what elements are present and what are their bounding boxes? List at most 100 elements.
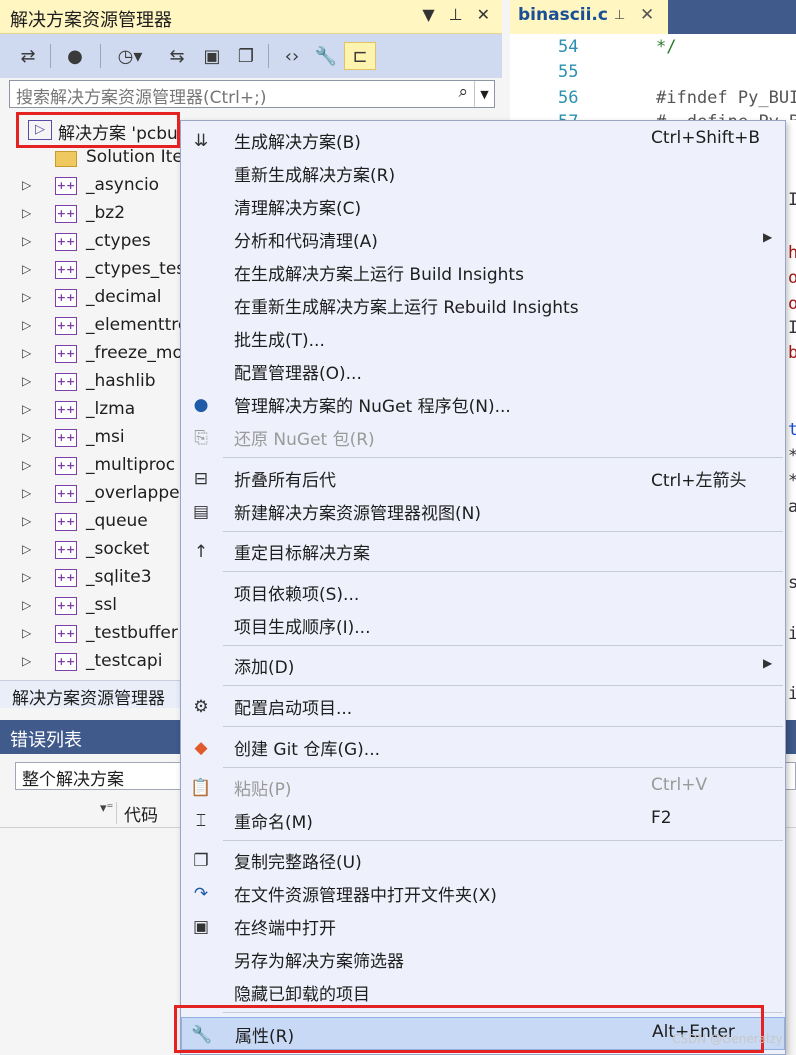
- menu-item-rebuild-insights[interactable]: 在重新生成解决方案上运行 Rebuild Insights: [181, 289, 785, 322]
- code-fragment: b: [788, 343, 796, 363]
- terminal-icon: ▣: [192, 917, 210, 937]
- pin-icon[interactable]: ⊥: [614, 8, 625, 23]
- project-icon: ++: [55, 373, 77, 391]
- arrow-up-icon: ↑: [193, 542, 209, 562]
- expand-arrow-icon[interactable]: ▷: [22, 430, 31, 444]
- filter-icon[interactable]: ▾⁼: [100, 801, 113, 816]
- expand-arrow-icon[interactable]: ▷: [22, 542, 31, 556]
- scope-value: 整个解决方案: [22, 770, 124, 790]
- menu-item-dependencies[interactable]: 项目依赖项(S)...: [181, 576, 785, 609]
- vs-switch-icon[interactable]: ⇄: [14, 42, 42, 70]
- submenu-arrow-icon: ▶: [763, 230, 773, 244]
- collapse-all-icon: ⊟: [193, 469, 209, 489]
- expand-arrow-icon[interactable]: ▷: [22, 234, 31, 248]
- project-icon: ++: [55, 317, 77, 335]
- expand-arrow-icon[interactable]: ▷: [22, 570, 31, 584]
- copy-icon[interactable]: ❐: [232, 42, 260, 70]
- code-fragment: h: [788, 243, 796, 263]
- menu-item-batch-build[interactable]: 批生成(T)...: [181, 322, 785, 355]
- menu-item-rename[interactable]: ⌶ 重命名(M) F2: [181, 804, 785, 837]
- project-icon: ++: [55, 429, 77, 447]
- menu-item-open-folder[interactable]: ↷ 在文件资源管理器中打开文件夹(X): [181, 877, 785, 910]
- menu-item-paste[interactable]: 📋 粘贴(P) Ctrl+V: [181, 771, 785, 804]
- menu-item-build[interactable]: ⇊ 生成解决方案(B) Ctrl+Shift+B: [181, 124, 785, 157]
- code-text: # define Py_B: [656, 112, 796, 120]
- tree-item-label: _testcapi: [86, 651, 163, 671]
- menu-item-label: 分析和代码清理(A): [234, 232, 378, 252]
- menu-item-retarget[interactable]: ↑ 重定目标解决方案: [181, 535, 785, 568]
- expand-arrow-icon[interactable]: ▷: [22, 178, 31, 192]
- expand-arrow-icon[interactable]: ▷: [22, 626, 31, 640]
- menu-item-create-git[interactable]: ◆ 创建 Git 仓库(G)...: [181, 731, 785, 764]
- expand-arrow-icon[interactable]: ▷: [22, 598, 31, 612]
- menu-item-label: 管理解决方案的 NuGet 程序包(N)...: [234, 397, 511, 417]
- project-icon: ++: [55, 653, 77, 671]
- collapse-icon[interactable]: ▣: [198, 42, 226, 70]
- dropdown-icon[interactable]: ▼: [422, 5, 434, 24]
- expand-arrow-icon[interactable]: ▷: [22, 262, 31, 276]
- tree-item-label: _lzma: [86, 399, 136, 419]
- project-icon: ++: [55, 289, 77, 307]
- menu-item-build-insights[interactable]: 在生成解决方案上运行 Build Insights: [181, 256, 785, 289]
- tree-item-label: _ssl: [86, 595, 117, 615]
- expand-arrow-icon[interactable]: ▷: [22, 458, 31, 472]
- history-icon[interactable]: ◷▾: [108, 42, 152, 70]
- pin-icon[interactable]: ⊥: [449, 5, 463, 24]
- expand-arrow-icon[interactable]: ▷: [22, 402, 31, 416]
- menu-item-build-order[interactable]: 项目生成顺序(I)...: [181, 609, 785, 642]
- expand-arrow-icon[interactable]: ▷: [22, 654, 31, 668]
- menu-item-copy-path[interactable]: ❐ 复制完整路径(U): [181, 844, 785, 877]
- menu-item-label: 在终端中打开: [234, 919, 336, 939]
- expand-arrow-icon[interactable]: ▷: [22, 318, 31, 332]
- menu-item-restore-nuget[interactable]: ⎘ 还原 NuGet 包(R): [181, 421, 785, 454]
- refresh-icon[interactable]: ●: [60, 42, 90, 70]
- line-number: 57: [558, 112, 578, 120]
- tab-binascii[interactable]: binascii.c ⊥ ✕: [510, 0, 668, 34]
- menu-item-label: 重定目标解决方案: [234, 544, 370, 564]
- tree-item-label: _decimal: [86, 287, 162, 307]
- wrench-icon[interactable]: 🔧: [312, 42, 340, 70]
- menu-item-collapse-all[interactable]: ⊟ 折叠所有后代 Ctrl+左箭头: [181, 462, 785, 495]
- menu-item-analyze[interactable]: 分析和代码清理(A) ▶: [181, 223, 785, 256]
- expand-arrow-icon[interactable]: ▷: [22, 346, 31, 360]
- menu-item-add[interactable]: 添加(D) ▶: [181, 649, 785, 682]
- project-icon: ++: [55, 569, 77, 587]
- code-icon[interactable]: ‹›: [278, 42, 306, 70]
- tree-item-label: _socket: [86, 539, 150, 559]
- menu-item-save-filter[interactable]: 另存为解决方案筛选器: [181, 943, 785, 976]
- expand-arrow-icon[interactable]: ▷: [22, 206, 31, 220]
- menu-item-startup-projects[interactable]: ⚙ 配置启动项目...: [181, 690, 785, 723]
- menu-item-config-manager[interactable]: 配置管理器(O)...: [181, 355, 785, 388]
- menu-item-rebuild[interactable]: 重新生成解决方案(R): [181, 157, 785, 190]
- search-input[interactable]: 搜索解决方案资源管理器(Ctrl+;) ⌕ ▼: [9, 80, 495, 108]
- editor-tab-bar: binascii.c ⊥ ✕: [510, 0, 796, 34]
- open-folder-icon: ↷: [193, 884, 209, 904]
- expand-arrow-icon[interactable]: ▷: [22, 374, 31, 388]
- error-list-title: 错误列表: [10, 730, 82, 751]
- menu-item-clean[interactable]: 清理解决方案(C): [181, 190, 785, 223]
- column-code[interactable]: 代码: [124, 801, 158, 826]
- preview-icon[interactable]: ⊏: [344, 42, 376, 70]
- context-menu: ⇊ 生成解决方案(B) Ctrl+Shift+B 重新生成解决方案(R) 清理解…: [180, 120, 786, 1055]
- expand-arrow-icon[interactable]: ▷: [22, 514, 31, 528]
- paste-icon: 📋: [190, 778, 212, 798]
- tab-title: binascii.c: [518, 5, 608, 25]
- menu-item-label: 另存为解决方案筛选器: [234, 952, 404, 972]
- menu-item-new-view[interactable]: ▤ 新建解决方案资源管理器视图(N): [181, 495, 785, 528]
- expand-arrow-icon[interactable]: ▷: [22, 290, 31, 304]
- code-fragment: i: [788, 624, 796, 644]
- close-icon[interactable]: ✕: [477, 5, 490, 24]
- chevron-down-icon[interactable]: ▼: [474, 81, 494, 107]
- search-icon[interactable]: ⌕: [458, 82, 468, 102]
- close-icon[interactable]: ✕: [640, 5, 654, 25]
- menu-item-open-terminal[interactable]: ▣ 在终端中打开: [181, 910, 785, 943]
- code-fragment: o: [788, 268, 796, 288]
- code-fragment: *: [788, 446, 796, 466]
- sync-icon[interactable]: ⇆: [162, 42, 192, 70]
- expand-arrow-icon[interactable]: ▷: [22, 486, 31, 500]
- watermark: CSDN @Generalzy: [672, 1032, 783, 1046]
- code-fragment: s: [788, 573, 796, 593]
- menu-item-nuget[interactable]: ● 管理解决方案的 NuGet 程序包(N)...: [181, 388, 785, 421]
- line-number: 54: [558, 37, 579, 57]
- code-fragment: I: [788, 318, 796, 338]
